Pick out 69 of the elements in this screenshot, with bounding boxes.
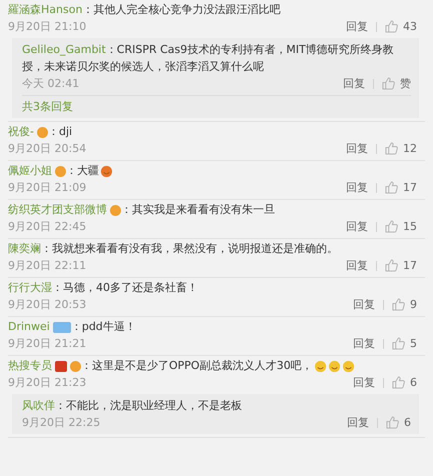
comment-time: 9月20日 21:09 bbox=[8, 180, 86, 196]
like-count[interactable]: 12 bbox=[403, 140, 417, 157]
thumbs-up-icon bbox=[392, 376, 405, 389]
comment-time: 9月20日 20:54 bbox=[8, 141, 86, 157]
reply-time: 9月20日 22:25 bbox=[22, 415, 100, 431]
emoji-icon bbox=[100, 164, 113, 178]
badge-icon bbox=[70, 360, 81, 372]
reply-link[interactable]: 回复 bbox=[347, 414, 369, 431]
comment-text: ：我就想来看看有没有我，果然没有，说明报道还是准确的。 bbox=[41, 241, 338, 257]
reply-text: 风吹佯：不能比，沈是职业经理人，不是老板 bbox=[22, 398, 243, 414]
username-link[interactable]: 热搜专员 bbox=[8, 358, 52, 374]
like-count[interactable]: 17 bbox=[403, 257, 417, 274]
comment-text: ：这里是不是少了OPPO副总裁沈义人才30吧， bbox=[81, 358, 313, 374]
badge-icon bbox=[110, 204, 121, 216]
like-count[interactable]: 17 bbox=[403, 179, 417, 196]
comment-text: ：大疆 bbox=[66, 163, 99, 179]
reply-link[interactable]: 回复 bbox=[353, 374, 375, 391]
comment-text: ：其他人完全核心竞争力没法跟汪滔比吧 bbox=[82, 2, 280, 18]
thumbs-up-icon bbox=[386, 416, 399, 429]
reply-text: Gelileo_Gambit：CRISPR Cas9技术的专利持有者，MIT博德研究所终身教授，未来诺贝尔奖的候选人，张滔李滔又算什么呢 bbox=[22, 42, 395, 75]
reply-link[interactable]: 回复 bbox=[346, 218, 368, 235]
username-link[interactable]: 祝俊- bbox=[8, 124, 34, 140]
reply-link[interactable]: 回复 bbox=[346, 179, 368, 196]
username-link[interactable]: 陳奕斓 bbox=[8, 241, 41, 257]
like-count[interactable]: 15 bbox=[403, 218, 417, 235]
thumbs-up-icon bbox=[392, 337, 405, 350]
badge-icon bbox=[55, 360, 67, 372]
emoji-icon bbox=[314, 360, 327, 372]
reply-link[interactable]: 回复 bbox=[346, 257, 368, 274]
comment-text: ：马德，40多了还是条社畜！ bbox=[52, 280, 198, 296]
comment-text: ：pdd牛逼！ bbox=[70, 319, 136, 335]
thumbs-up-icon bbox=[385, 181, 398, 194]
comment-text: ：dji bbox=[48, 124, 72, 140]
username-link[interactable]: 佩姬小姐 bbox=[8, 163, 52, 179]
thumbs-up-icon bbox=[385, 259, 398, 272]
thumbs-up-icon bbox=[392, 298, 405, 311]
reply-link[interactable]: 回复 bbox=[353, 296, 375, 313]
comment-time: 9月20日 21:10 bbox=[8, 19, 86, 35]
reply-link[interactable]: 回复 bbox=[353, 335, 375, 352]
comment-time: 9月20日 22:45 bbox=[8, 219, 86, 235]
comment-time: 9月20日 21:23 bbox=[8, 375, 86, 391]
reply-link[interactable]: 回复 bbox=[346, 18, 368, 35]
thumbs-up-icon bbox=[382, 77, 395, 90]
more-replies-link[interactable]: 共3条回复 bbox=[22, 100, 73, 113]
like-count[interactable]: 6 bbox=[410, 374, 417, 391]
comment-text: ：其实我是来看看有没有朱一旦 bbox=[121, 202, 275, 218]
thumbs-up-icon bbox=[385, 220, 398, 233]
badge-icon bbox=[36, 126, 48, 138]
badge-icon bbox=[52, 322, 71, 332]
like-count[interactable]: 5 bbox=[410, 335, 417, 352]
thumbs-up-icon bbox=[385, 142, 398, 155]
like-count[interactable]: 9 bbox=[410, 296, 417, 313]
like-count[interactable]: 赞 bbox=[400, 75, 411, 92]
username-link[interactable]: Drinwei bbox=[8, 319, 50, 335]
reply-link[interactable]: 回复 bbox=[343, 75, 365, 92]
emoji-icon bbox=[342, 360, 355, 372]
username-link[interactable]: 行行大湿 bbox=[8, 280, 52, 296]
comment-time: 9月20日 21:21 bbox=[8, 336, 86, 352]
emoji-icon bbox=[328, 360, 341, 372]
reply-link[interactable]: 回复 bbox=[346, 140, 368, 157]
username-link[interactable]: 羅涵森Hanson bbox=[8, 2, 82, 18]
like-count[interactable]: 6 bbox=[404, 414, 411, 431]
thumbs-up-icon bbox=[385, 20, 398, 33]
badge-icon bbox=[55, 166, 66, 176]
reply-time: 今天 02:41 bbox=[22, 76, 80, 92]
comment-time: 9月20日 20:53 bbox=[8, 297, 86, 313]
like-count[interactable]: 43 bbox=[403, 18, 417, 35]
username-link[interactable]: 纺织英才团支部微博 bbox=[8, 202, 107, 218]
comment-time: 9月20日 22:11 bbox=[8, 258, 86, 274]
